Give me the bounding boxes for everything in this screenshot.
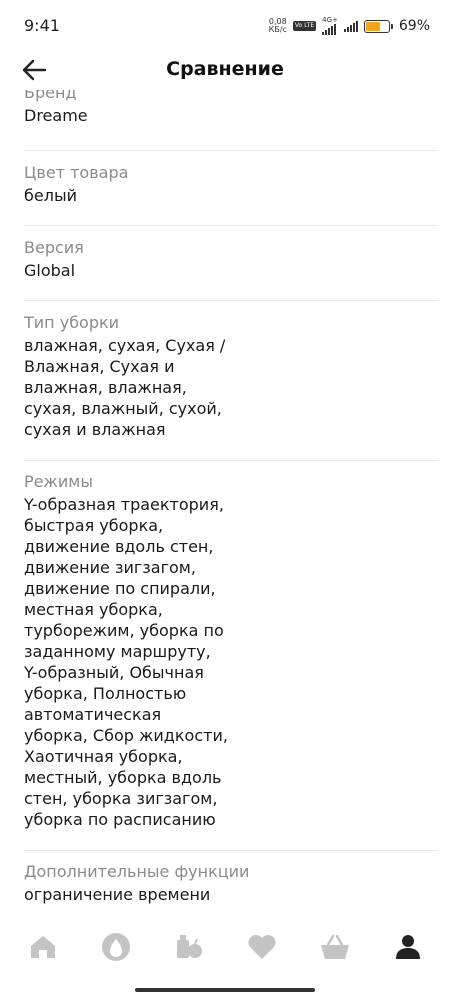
home-indicator[interactable] <box>135 988 315 992</box>
divider <box>24 460 438 461</box>
home-icon <box>30 936 55 958</box>
divider <box>24 300 438 301</box>
nav-profile[interactable] <box>383 922 433 972</box>
spec-value: белый <box>24 186 77 205</box>
spec-value-line: влажная, влажная, <box>24 378 187 397</box>
spec-value-line: уборка, Сбор жидкости, <box>24 726 228 745</box>
spec-value: Dreame <box>24 106 88 125</box>
spec-row-extra-functions: Дополнительные функции ограничение време… <box>24 861 438 905</box>
spec-value-line: автоматическая <box>24 705 162 724</box>
spec-value-line: турборежим, уборка по <box>24 621 224 640</box>
profile-icon <box>395 935 420 959</box>
spec-value-line: Y-образная траектория, <box>24 495 224 514</box>
spec-label: Цвет товара <box>24 163 129 182</box>
status-bar: 9:41 0,08 КБ/с Vo LTE 4G+ 69% <box>0 0 450 50</box>
nav-assistant[interactable] <box>91 922 141 972</box>
network-speed: 0,08 КБ/с <box>269 18 287 34</box>
spec-row-modes: Режимы Y-образная траектория, быстрая уб… <box>24 471 438 830</box>
spec-value: Global <box>24 261 76 280</box>
spec-value-line: местный, уборка вдоль <box>24 768 222 787</box>
spec-row-version: Версия Global <box>24 237 438 281</box>
spec-label: Режимы <box>24 472 94 491</box>
spec-value-line: Влажная, Сухая и <box>24 357 175 376</box>
battery-fill <box>365 21 381 31</box>
signal-icon-sim2 <box>343 20 358 32</box>
spec-value-line: сухая и влажная <box>24 420 166 439</box>
assistant-icon <box>101 933 130 961</box>
spec-value-line: движение зигзагом, <box>24 558 196 577</box>
spec-row-brand: Бренд Dreame <box>24 90 438 126</box>
spec-value: ограничение времени <box>24 884 438 905</box>
spec-value-line: уборка по расписанию <box>24 810 216 829</box>
nav-favorites[interactable] <box>237 922 287 972</box>
app-header: Сравнение <box>0 50 450 90</box>
spec-label: Тип уборки <box>24 313 120 332</box>
battery-percent: 69% <box>398 18 430 34</box>
nav-cart[interactable] <box>310 922 360 972</box>
spec-value: влажная, сухая, Сухая / Влажная, Сухая и… <box>24 335 438 440</box>
bottom-nav <box>0 912 450 982</box>
spec-row-cleaning-type: Тип уборки влажная, сухая, Сухая / Влажн… <box>24 312 438 440</box>
network-type: 4G+ <box>322 16 338 24</box>
status-indicators: 0,08 КБ/с Vo LTE 4G+ 69% <box>269 17 430 35</box>
page-title: Сравнение <box>166 58 284 80</box>
divider <box>24 150 438 151</box>
divider <box>24 850 438 851</box>
spec-value-line: ограничение времени <box>24 885 211 904</box>
spec-value-line: местная уборка, <box>24 600 163 619</box>
spec-value-line: Хаотичная уборка, <box>24 747 183 766</box>
products-icon <box>176 935 202 958</box>
spec-value-line: стен, уборка зигзагом, <box>24 789 218 808</box>
spec-value-line: быстрая уборка, <box>24 516 164 535</box>
nav-products[interactable] <box>164 922 214 972</box>
spec-value-line: влажная, сухая, Сухая / <box>24 336 226 355</box>
signal-icon <box>322 24 337 35</box>
spec-label: Дополнительные функции <box>24 862 250 881</box>
specs-list[interactable]: Бренд Dreame Цвет товара белый Версия Gl… <box>0 90 450 912</box>
spec-value-line: заданному маршруту, <box>24 642 211 661</box>
network-speed-unit: КБ/с <box>268 25 287 34</box>
spec-value-line: уборка, Полностью <box>24 684 187 703</box>
divider <box>24 225 438 226</box>
spec-value-line: движение по спирали, <box>24 579 216 598</box>
nav-home[interactable] <box>18 922 68 972</box>
volte-badge: Vo LTE <box>292 21 317 31</box>
spec-value-line: Y-образный, Обычная <box>24 663 204 682</box>
spec-row-color: Цвет товара белый <box>24 162 438 206</box>
battery-icon <box>363 19 393 33</box>
spec-value-line: движение вдоль стен, <box>24 537 214 556</box>
spec-value: Y-образная траектория, быстрая уборка, д… <box>24 494 438 830</box>
status-time: 9:41 <box>24 16 60 35</box>
spec-label: Версия <box>24 238 84 257</box>
cart-icon <box>320 934 349 959</box>
heart-icon <box>248 935 275 959</box>
spec-value-line: сухая, влажный, сухой, <box>24 399 222 418</box>
spec-label: Бренд <box>24 90 77 102</box>
